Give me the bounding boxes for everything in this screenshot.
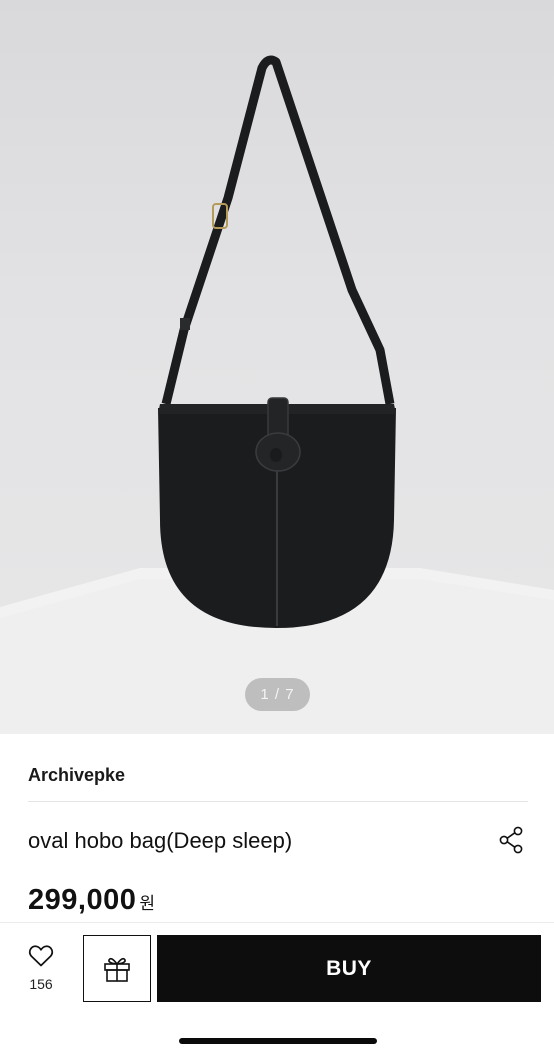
like-button[interactable]: 156 [18, 944, 64, 1000]
gallery-pager: 1 / 7 [245, 678, 310, 711]
product-image-gallery[interactable]: 1 / 7 [0, 0, 554, 734]
home-indicator[interactable] [179, 1038, 377, 1044]
product-photo [0, 55, 554, 734]
gift-icon [104, 957, 130, 982]
price-currency: 원 [139, 894, 155, 913]
like-count: 156 [29, 976, 53, 992]
divider [28, 801, 528, 802]
gift-button[interactable] [83, 935, 151, 1002]
bottom-bar-divider [0, 922, 554, 923]
share-button[interactable] [496, 824, 528, 856]
price-amount: 299,000 [28, 884, 137, 916]
brand-name[interactable]: Archivepke [28, 765, 125, 786]
product-price: 299,000 원 [28, 884, 155, 917]
share-icon [499, 826, 523, 854]
heart-icon [28, 945, 54, 967]
product-title: oval hobo bag(Deep sleep) [28, 828, 293, 853]
buy-button[interactable]: BUY [157, 935, 541, 1002]
